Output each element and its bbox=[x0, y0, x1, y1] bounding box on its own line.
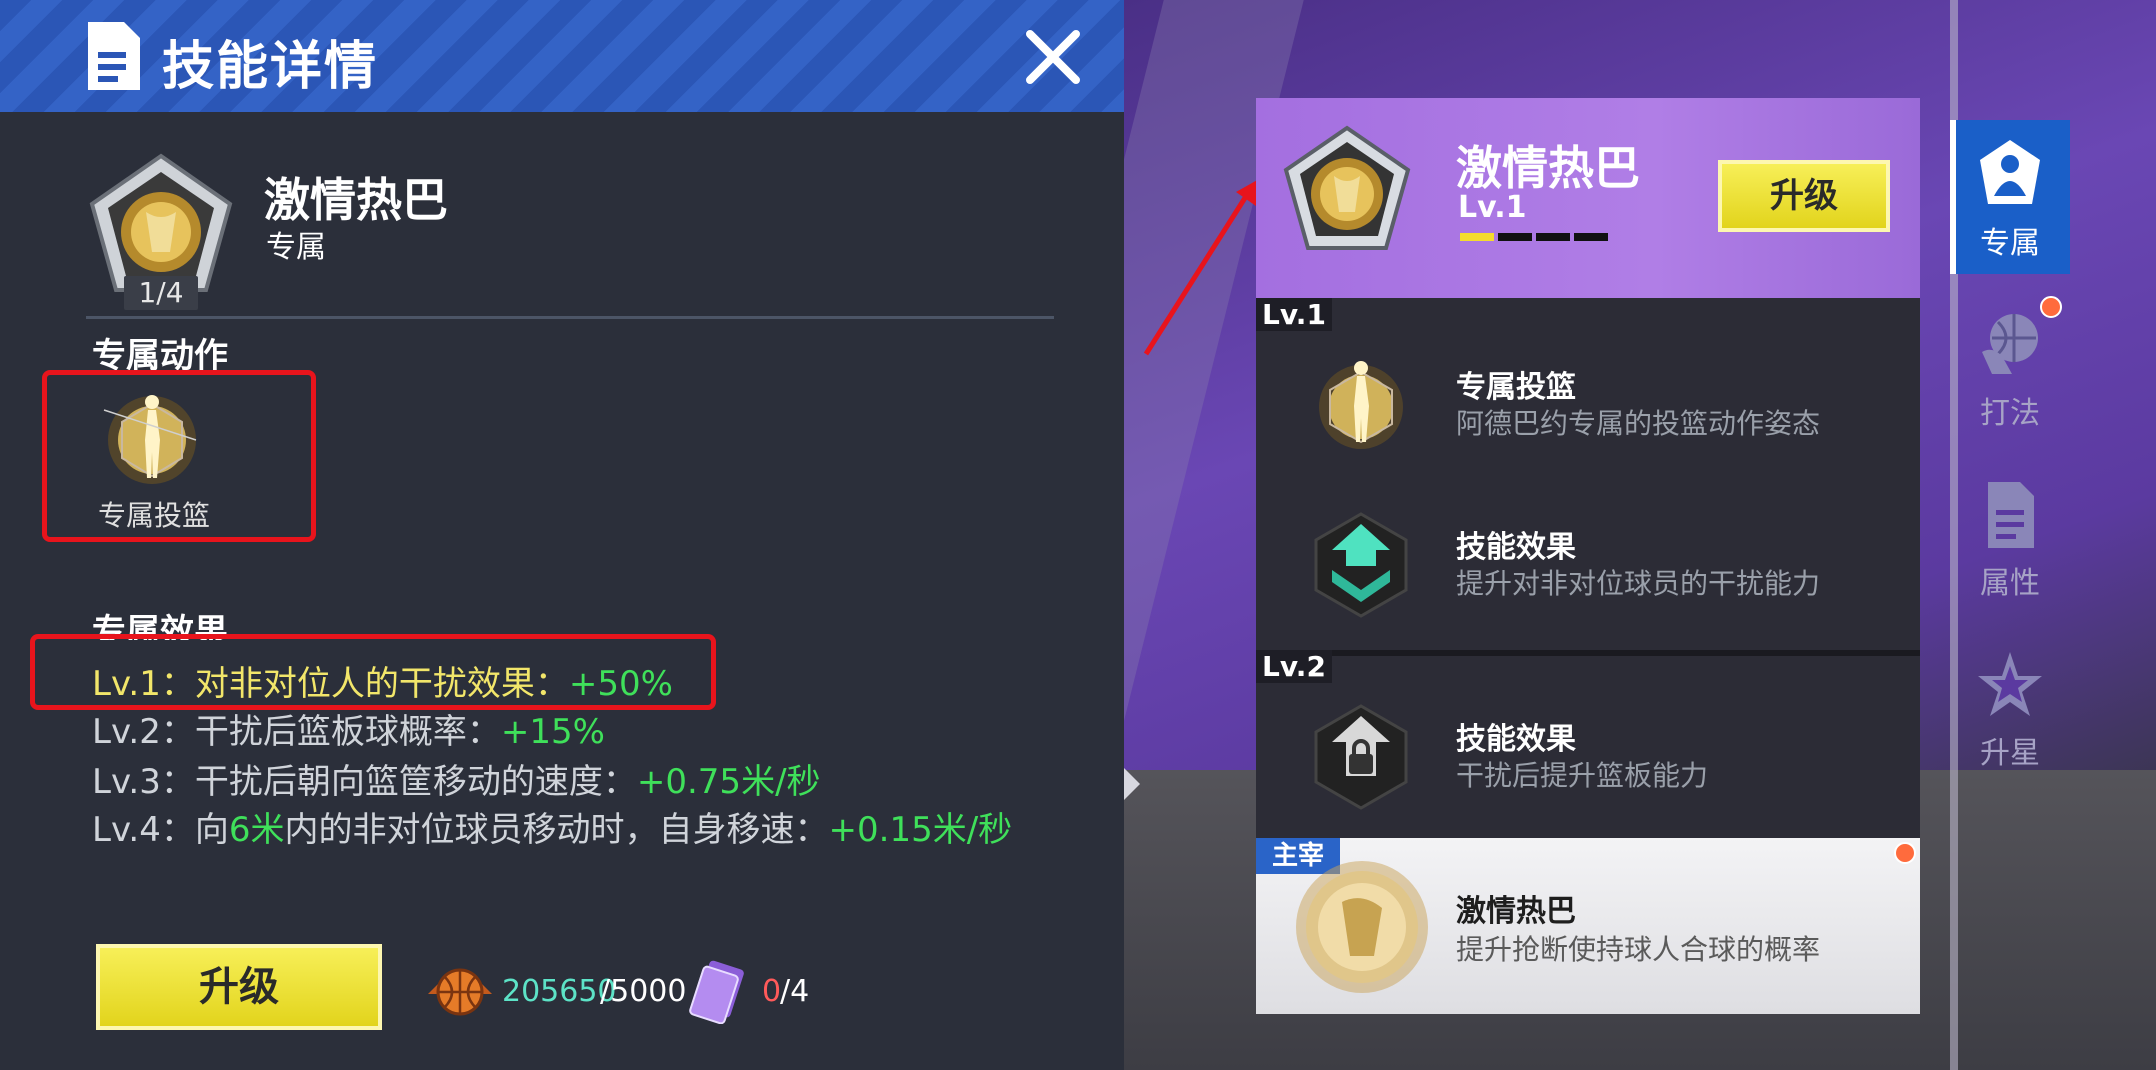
notification-dot bbox=[2040, 296, 2062, 318]
upgrade-button[interactable]: 升级 bbox=[96, 944, 382, 1030]
row-title: 激情热巴 bbox=[1456, 894, 1576, 929]
skill-name: 激情热巴 bbox=[1456, 141, 1640, 195]
effect-text: 内的非对位球员移动时，自身移速： bbox=[284, 810, 829, 850]
basketball-hand-icon bbox=[1982, 314, 2038, 374]
row-title: 技能效果 bbox=[1456, 722, 1576, 757]
skill-card-icon bbox=[689, 960, 744, 1024]
skill-detail-panel: 技能详情 1/4 激情热巴 专属 专属动作 专属投篮 专属效果 Lv.1：对非对… bbox=[0, 0, 1124, 1070]
row-desc: 阿德巴约专属的投篮动作姿态 bbox=[1456, 407, 1821, 440]
effect-line-lv3: Lv.3：干扰后朝向篮筐移动的速度：+0.75米/秒 bbox=[92, 754, 821, 803]
card-current: 0 bbox=[762, 974, 782, 1009]
coin-required: /5000 bbox=[600, 974, 687, 1009]
basketball-coin-icon bbox=[428, 968, 492, 1016]
effect-value: +0.75米/秒 bbox=[636, 762, 821, 802]
level-tag: Lv.2 bbox=[1256, 650, 1332, 683]
panel-header: 技能详情 bbox=[0, 0, 1124, 112]
star-icon bbox=[1978, 652, 2042, 716]
effect-text: Lv.4：向 bbox=[92, 810, 229, 850]
shooting-player-icon[interactable] bbox=[1306, 352, 1416, 462]
effect-text: Lv.1：对非对位人的干扰效果： bbox=[92, 664, 569, 704]
row-desc: 提升对非对位球员的干扰能力 bbox=[1456, 567, 1821, 600]
row-title: 技能效果 bbox=[1456, 530, 1576, 565]
dominate-skill-icon bbox=[1296, 861, 1428, 993]
effect-distance: 6米 bbox=[228, 810, 285, 850]
notification-dot bbox=[1894, 842, 1916, 864]
effect-line-lv2: Lv.2：干扰后篮板球概率：+15% bbox=[92, 704, 605, 753]
effect-line-lv1: Lv.1：对非对位人的干扰效果：+50% bbox=[92, 656, 673, 705]
effect-value: +15% bbox=[500, 712, 605, 752]
effect-line-lv4: Lv.4：向6米内的非对位球员移动时，自身移速：+0.15米/秒 bbox=[92, 802, 1012, 851]
row-desc: 提升抢断使持球人合球的概率 bbox=[1456, 933, 1821, 966]
skill-level: Lv.1 bbox=[1458, 190, 1527, 225]
nav-label: 属性 bbox=[1980, 566, 2040, 601]
nav-tab-attributes[interactable]: 属性 bbox=[1950, 460, 2070, 614]
effect-value: +50% bbox=[568, 664, 673, 704]
row-title: 专属投篮 bbox=[1456, 370, 1576, 405]
skill-name: 激情热巴 bbox=[264, 173, 448, 227]
document-icon bbox=[1988, 482, 2034, 548]
highlight-box bbox=[42, 370, 316, 542]
divider bbox=[86, 316, 1054, 319]
skill-count: 1/4 bbox=[124, 276, 198, 310]
lock-icon[interactable] bbox=[1306, 702, 1416, 812]
nav-tab-exclusive[interactable]: 专属 bbox=[1950, 120, 2070, 274]
row-desc: 干扰后提升篮板能力 bbox=[1456, 759, 1709, 792]
chevron-right-icon[interactable] bbox=[1124, 768, 1140, 800]
level-segment bbox=[1498, 233, 1532, 241]
card-required: /4 bbox=[780, 974, 810, 1009]
panel-title: 技能详情 bbox=[162, 37, 379, 97]
level-tag: Lv.1 bbox=[1256, 298, 1332, 331]
level-segment bbox=[1574, 233, 1608, 241]
level-progress bbox=[1460, 226, 1612, 245]
skill-type: 专属 bbox=[266, 230, 326, 265]
level-segment bbox=[1460, 233, 1494, 241]
close-icon[interactable] bbox=[1022, 26, 1084, 88]
upgrade-button[interactable]: 升级 bbox=[1718, 160, 1890, 232]
effect-value: +0.15米/秒 bbox=[828, 810, 1013, 850]
effect-text: Lv.3：干扰后朝向篮筐移动的速度： bbox=[92, 762, 637, 802]
skill-effect-up-icon[interactable] bbox=[1306, 510, 1416, 620]
document-icon bbox=[88, 22, 140, 90]
skill-badge-icon bbox=[1283, 125, 1411, 250]
level-segment bbox=[1536, 233, 1570, 241]
nav-label: 专属 bbox=[1980, 226, 2040, 261]
nav-tab-star-up[interactable]: 升星 bbox=[1950, 630, 2070, 784]
nav-active-indicator bbox=[1950, 120, 1956, 274]
nav-label: 打法 bbox=[1980, 396, 2040, 431]
player-icon bbox=[1980, 140, 2040, 204]
nav-label: 升星 bbox=[1980, 736, 2040, 771]
effect-text: Lv.2：干扰后篮板球概率： bbox=[92, 712, 501, 752]
divider bbox=[1256, 650, 1920, 656]
